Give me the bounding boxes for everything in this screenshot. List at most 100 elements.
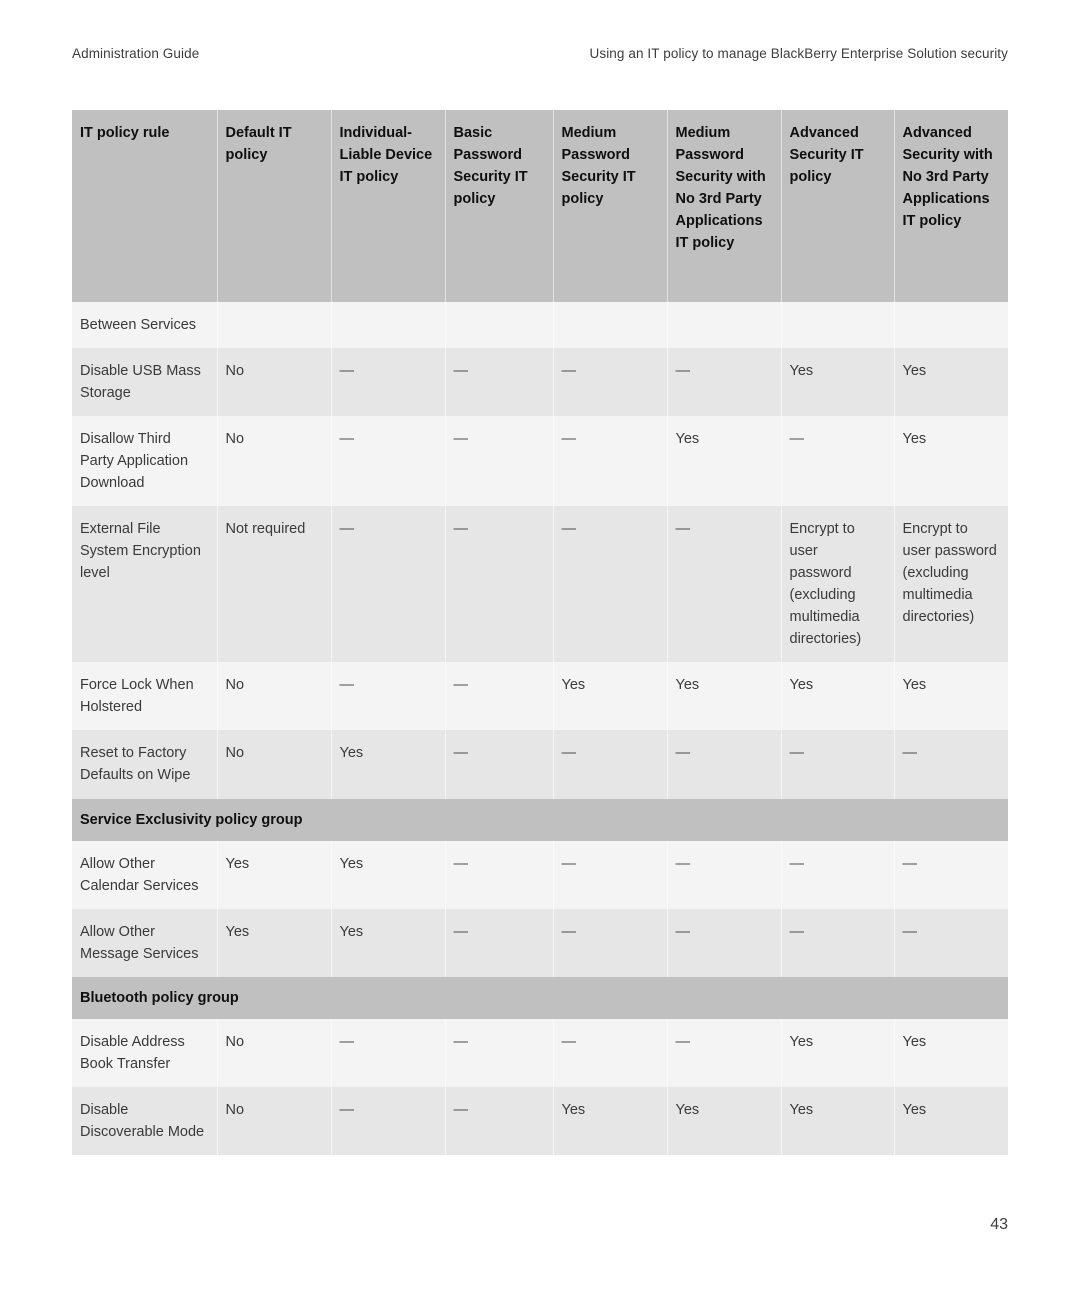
policy-value-cell: — — [445, 730, 554, 799]
policy-value-cell: Encrypt to user password (excluding mult… — [894, 506, 1008, 663]
policy-value-cell: No — [217, 730, 332, 799]
policy-value-cell: — — [445, 416, 554, 507]
policy-value-cell: No — [217, 348, 332, 417]
policy-value-cell: No — [217, 662, 332, 731]
table-body: Between Services Disable USB Mass Storage… — [72, 302, 1008, 1155]
policy-value-cell: — — [445, 908, 554, 977]
running-header-right: Using an IT policy to manage BlackBerry … — [589, 46, 1008, 61]
policy-value-cell: Yes — [894, 1018, 1008, 1087]
group-label: Bluetooth policy group — [72, 976, 1008, 1019]
policy-value-cell: — — [667, 1018, 782, 1087]
running-header: Administration Guide Using an IT policy … — [72, 46, 1008, 66]
policy-value-cell: — — [331, 1086, 446, 1155]
policy-value-cell: Yes — [894, 662, 1008, 731]
rule-name-cell: External File System Encryption level — [72, 506, 218, 663]
table-row: Disallow Third Party Application Downloa… — [72, 416, 1008, 507]
table-row: External File System Encryption level Not… — [72, 506, 1008, 663]
rule-name-cell: Disable Address Book Transfer — [72, 1018, 218, 1087]
column-header-it-policy-rule: IT policy rule — [72, 110, 218, 302]
policy-value-cell — [553, 302, 668, 349]
policy-value-cell: Yes — [894, 348, 1008, 417]
table-row: Allow Other Message Services Yes Yes — — — — — — [72, 908, 1008, 977]
policy-value-cell: No — [217, 1018, 332, 1087]
policy-value-cell: Yes — [667, 662, 782, 731]
table-row: Allow Other Calendar Services Yes Yes — — — — — — [72, 840, 1008, 909]
table-row: Disable USB Mass Storage No — — — — Yes Yes — [72, 348, 1008, 417]
policy-value-cell: Yes — [331, 840, 446, 909]
policy-value-cell: — — [667, 506, 782, 663]
table-row: Disable Address Book Transfer No — — — — Yes Ye… — [72, 1018, 1008, 1087]
table-group-row: Service Exclusivity policy group — [72, 798, 1008, 841]
policy-value-cell: No — [217, 416, 332, 507]
rule-name-cell: Allow Other Calendar Services — [72, 840, 218, 909]
policy-value-cell: — — [553, 1018, 668, 1087]
policy-value-cell — [781, 302, 895, 349]
policy-value-cell: No — [217, 1086, 332, 1155]
policy-value-cell: Yes — [331, 730, 446, 799]
column-header-medium-password-no-3rd-party: Medium Password Security with No 3rd Par… — [667, 110, 782, 302]
policy-value-cell: — — [445, 348, 554, 417]
group-label: Service Exclusivity policy group — [72, 798, 1008, 841]
policy-value-cell: — — [331, 1018, 446, 1087]
policy-value-cell: Yes — [331, 908, 446, 977]
rule-name-cell: Between Services — [72, 302, 218, 349]
table-row: Force Lock When Holstered No — — Yes Yes Yes Ye… — [72, 662, 1008, 731]
table-row: Disable Discoverable Mode No — — Yes Yes Yes Ye… — [72, 1086, 1008, 1155]
column-header-default-it-policy: Default IT policy — [217, 110, 332, 302]
policy-value-cell: Yes — [781, 348, 895, 417]
rule-name-cell: Disable USB Mass Storage — [72, 348, 218, 417]
column-header-advanced-security-no-3rd-party: Advanced Security with No 3rd Party Appl… — [894, 110, 1008, 302]
policy-value-cell: — — [445, 506, 554, 663]
policy-value-cell: Yes — [894, 1086, 1008, 1155]
policy-value-cell: — — [553, 730, 668, 799]
policy-value-cell: Yes — [667, 416, 782, 507]
policy-value-cell: — — [781, 730, 895, 799]
policy-value-cell: — — [445, 1086, 554, 1155]
policy-value-cell: — — [894, 730, 1008, 799]
policy-value-cell: Yes — [781, 662, 895, 731]
policy-value-cell: — — [781, 908, 895, 977]
policy-value-cell: — — [781, 840, 895, 909]
policy-value-cell: — — [553, 416, 668, 507]
policy-value-cell: — — [894, 840, 1008, 909]
policy-value-cell: — — [553, 908, 668, 977]
policy-value-cell: — — [667, 840, 782, 909]
table-header: IT policy rule Default IT policy Individ… — [72, 110, 1008, 302]
policy-value-cell: — — [781, 416, 895, 507]
policy-value-cell: Yes — [781, 1086, 895, 1155]
table-row: Between Services — [72, 302, 1008, 349]
policy-value-cell: Not required — [217, 506, 332, 663]
policy-value-cell: Yes — [217, 908, 332, 977]
policy-value-cell: — — [445, 662, 554, 731]
page-number: 43 — [990, 1216, 1008, 1233]
policy-value-cell — [445, 302, 554, 349]
policy-value-cell: Encrypt to user password (excluding mult… — [781, 506, 895, 663]
document-page: Administration Guide Using an IT policy … — [0, 0, 1080, 1296]
policy-value-cell: — — [553, 506, 668, 663]
policy-value-cell: — — [894, 908, 1008, 977]
table-group-row: Bluetooth policy group — [72, 976, 1008, 1019]
column-header-advanced-security: Advanced Security IT policy — [781, 110, 895, 302]
policy-value-cell: — — [553, 840, 668, 909]
policy-value-cell: Yes — [553, 1086, 668, 1155]
policy-value-cell: — — [331, 662, 446, 731]
table-row: Reset to Factory Defaults on Wipe No Yes — —… — [72, 730, 1008, 799]
policy-value-cell — [667, 302, 782, 349]
it-policy-rules-table: IT policy rule Default IT policy Individ… — [72, 110, 1008, 1155]
policy-value-cell: Yes — [894, 416, 1008, 507]
policy-value-cell: Yes — [553, 662, 668, 731]
policy-value-cell: — — [331, 416, 446, 507]
policy-value-cell: — — [331, 506, 446, 663]
rule-name-cell: Force Lock When Holstered — [72, 662, 218, 731]
policy-value-cell: — — [553, 348, 668, 417]
policy-value-cell: Yes — [667, 1086, 782, 1155]
column-header-medium-password-security: Medium Password Security IT policy — [553, 110, 668, 302]
policy-value-cell — [331, 302, 446, 349]
column-header-individual-liable-device: Individual-Liable Device IT policy — [331, 110, 446, 302]
table-header-row: IT policy rule Default IT policy Individ… — [72, 110, 1008, 302]
column-header-basic-password-security: Basic Password Security IT policy — [445, 110, 554, 302]
policy-value-cell — [217, 302, 332, 349]
policy-value-cell — [894, 302, 1008, 349]
rule-name-cell: Disable Discoverable Mode — [72, 1086, 218, 1155]
rule-name-cell: Disallow Third Party Application Downloa… — [72, 416, 218, 507]
